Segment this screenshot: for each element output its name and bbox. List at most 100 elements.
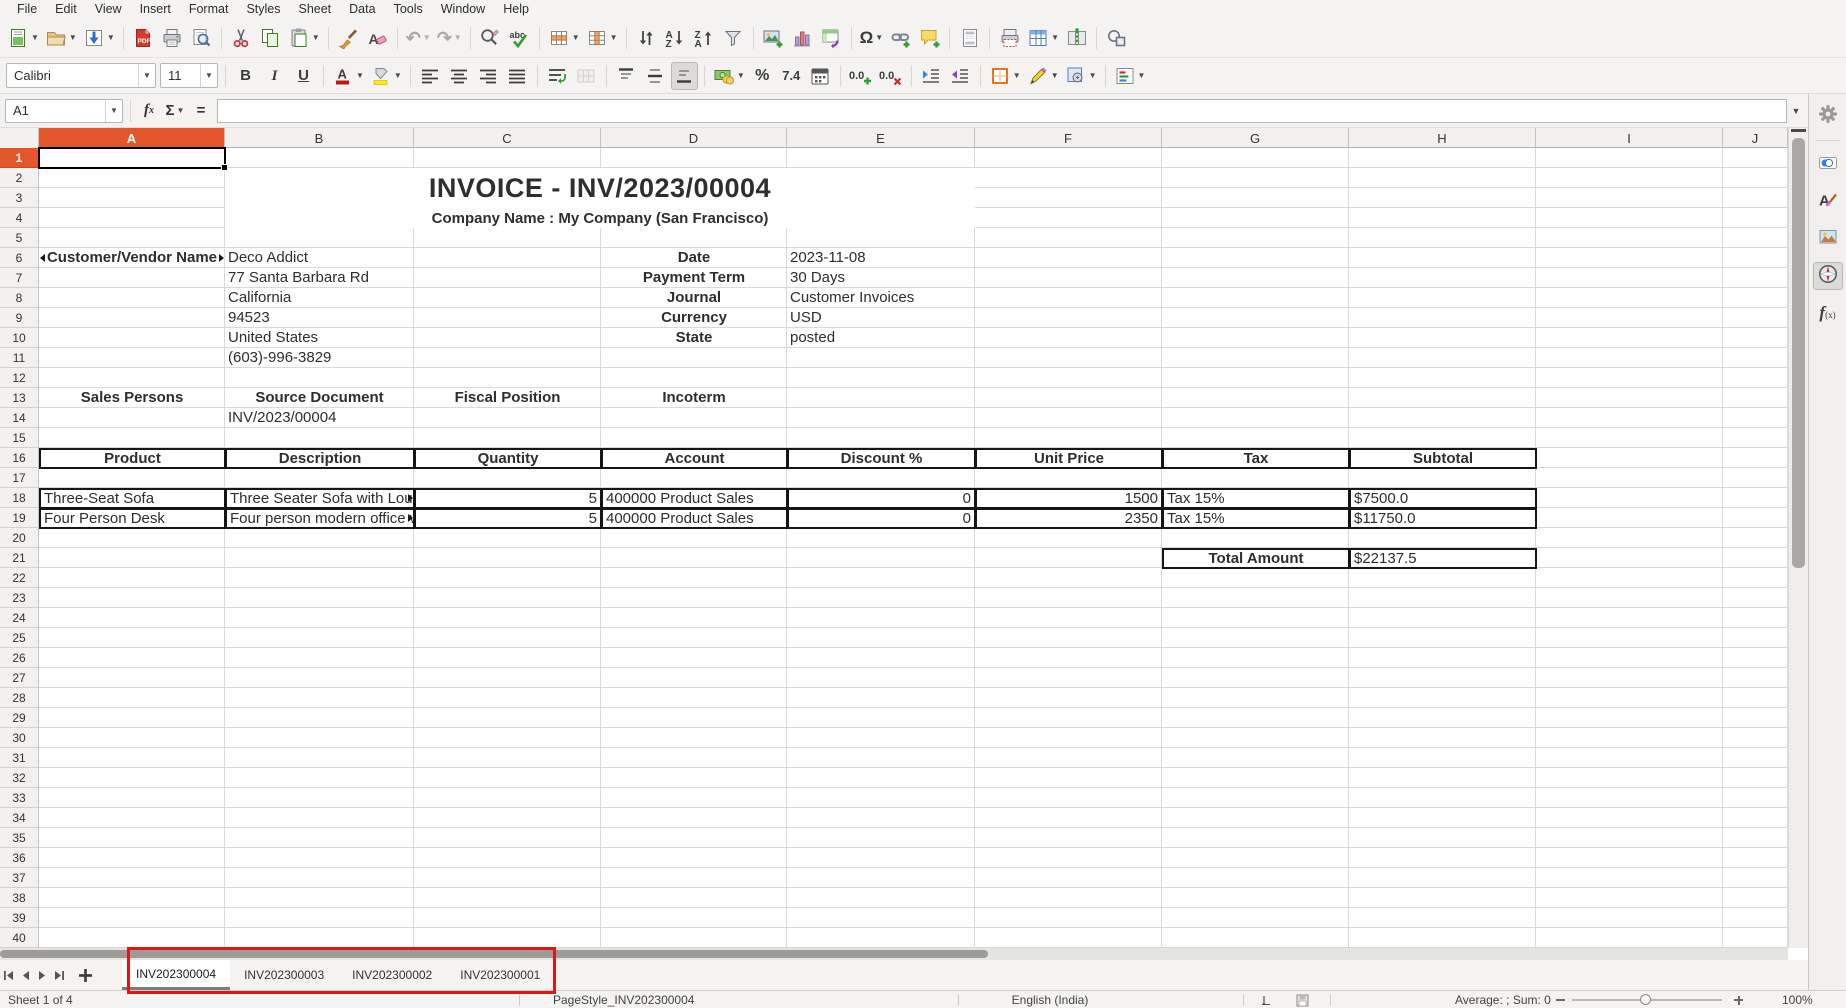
column-header-F[interactable]: F: [975, 128, 1162, 148]
row-header-23[interactable]: 23: [0, 588, 38, 608]
column-header-C[interactable]: C: [414, 128, 601, 148]
row-header-24[interactable]: 24: [0, 608, 38, 628]
menu-edit[interactable]: Edit: [46, 0, 86, 18]
vertical-scrollbar-thumb[interactable]: [1792, 138, 1805, 568]
delete-decimal-button[interactable]: 0.0: [877, 62, 905, 90]
menu-window[interactable]: Window: [432, 0, 494, 18]
align-left-button[interactable]: [417, 62, 444, 90]
formula-input[interactable]: [217, 99, 1787, 123]
copy-button[interactable]: [257, 24, 284, 52]
cell-H19[interactable]: $11750.0: [1349, 508, 1537, 529]
cell-B13[interactable]: Source Document: [225, 388, 414, 408]
dropdown-arrow[interactable]: ▼: [454, 34, 462, 42]
export-pdf-button[interactable]: PDF: [130, 24, 157, 52]
cell-H21[interactable]: $22137.5: [1349, 548, 1537, 569]
row-header-27[interactable]: 27: [0, 668, 38, 688]
dropdown-arrow[interactable]: ▼: [394, 72, 402, 80]
menu-view[interactable]: View: [86, 0, 131, 18]
row-header-17[interactable]: 17: [0, 468, 38, 488]
cell-D10[interactable]: State: [601, 328, 787, 348]
menu-tools[interactable]: Tools: [385, 0, 432, 18]
cell-E18[interactable]: 0: [787, 488, 976, 509]
row-header-15[interactable]: 15: [0, 428, 38, 448]
print-button[interactable]: [159, 24, 186, 52]
name-box[interactable]: A1 ▼: [5, 99, 123, 123]
insert-chart-button[interactable]: [789, 24, 816, 52]
cell-B14[interactable]: INV/2023/00004: [225, 408, 414, 428]
paste-button[interactable]: ▼: [286, 24, 322, 52]
decrease-indent-button[interactable]: [947, 62, 974, 90]
align-right-button[interactable]: [475, 62, 502, 90]
dropdown-arrow[interactable]: ▼: [1138, 72, 1146, 80]
menu-styles[interactable]: Styles: [237, 0, 289, 18]
row-header-28[interactable]: 28: [0, 688, 38, 708]
cell-D9[interactable]: Currency: [601, 308, 787, 328]
wrap-text-button[interactable]: [544, 62, 571, 90]
row-header-30[interactable]: 30: [0, 728, 38, 748]
spelling-button[interactable]: abc: [506, 24, 533, 52]
new-document-button[interactable]: ▼: [5, 24, 41, 52]
functions-deck-button[interactable]: f(x): [1813, 299, 1843, 327]
dropdown-arrow[interactable]: ▼: [610, 34, 618, 42]
row-header-36[interactable]: 36: [0, 848, 38, 868]
cell-D6[interactable]: Date: [601, 248, 787, 268]
add-decimal-button[interactable]: 0.0: [847, 62, 875, 90]
insert-image-button[interactable]: [760, 24, 787, 52]
row-header-9[interactable]: 9: [0, 308, 38, 328]
special-character-button[interactable]: Ω▼: [858, 24, 886, 52]
font-color-button[interactable]: A▼: [330, 62, 366, 90]
row-header-32[interactable]: 32: [0, 768, 38, 788]
dropdown-arrow[interactable]: ▼: [31, 34, 39, 42]
center-vertically-button[interactable]: [642, 62, 669, 90]
row-header-29[interactable]: 29: [0, 708, 38, 728]
conditional-formatting-button[interactable]: ▼: [1112, 62, 1148, 90]
row-header-25[interactable]: 25: [0, 628, 38, 648]
cell-G18[interactable]: Tax 15%: [1162, 488, 1350, 509]
row-header-35[interactable]: 35: [0, 828, 38, 848]
clear-formatting-button[interactable]: A: [364, 24, 391, 52]
cell-C16[interactable]: Quantity: [414, 448, 602, 469]
highlighting-color-button[interactable]: ▼: [368, 62, 404, 90]
cell-D13[interactable]: Incoterm: [601, 388, 787, 408]
zoom-slider-thumb[interactable]: [1640, 994, 1651, 1005]
dropdown-arrow[interactable]: ▼: [356, 72, 364, 80]
sort-button[interactable]: [633, 24, 660, 52]
cell-B19[interactable]: Four person modern office workstation: [225, 508, 415, 529]
dropdown-arrow[interactable]: ▼: [737, 72, 745, 80]
cell-E19[interactable]: 0: [787, 508, 976, 529]
cell-E8[interactable]: Customer Invoices: [787, 288, 975, 308]
column-header-I[interactable]: I: [1536, 128, 1723, 148]
save-button[interactable]: ▼: [81, 24, 117, 52]
border-style-button[interactable]: ▼: [1025, 62, 1061, 90]
row-header-5[interactable]: 5: [0, 228, 38, 248]
column-header-A[interactable]: A: [39, 128, 225, 148]
cell-F16[interactable]: Unit Price: [975, 448, 1163, 469]
italic-button[interactable]: I: [261, 62, 288, 90]
font-name-combo[interactable]: Calibri ▼: [6, 63, 156, 88]
align-top-button[interactable]: [613, 62, 640, 90]
dropdown-arrow[interactable]: ▼: [1013, 72, 1021, 80]
borders-button[interactable]: ▼: [987, 62, 1023, 90]
row-header-37[interactable]: 37: [0, 868, 38, 888]
insert-columns-button[interactable]: ▼: [584, 24, 620, 52]
menu-insert[interactable]: Insert: [131, 0, 180, 18]
cell-cursor[interactable]: [38, 147, 226, 169]
cell-B10[interactable]: United States: [225, 328, 414, 348]
cell-C18[interactable]: 5: [414, 488, 602, 509]
select-all-corner[interactable]: [0, 128, 39, 148]
cell-G21[interactable]: Total Amount: [1162, 548, 1350, 569]
cell-A16[interactable]: Product: [39, 448, 226, 469]
cell-A18[interactable]: Three-Seat Sofa: [39, 488, 226, 509]
cell-B16[interactable]: Description: [225, 448, 415, 469]
row-header-1[interactable]: 1: [0, 148, 38, 168]
menu-data[interactable]: Data: [340, 0, 384, 18]
row-header-11[interactable]: 11: [0, 348, 38, 368]
column-header-J[interactable]: J: [1723, 128, 1788, 148]
cell-B6[interactable]: Deco Addict: [225, 248, 414, 268]
cell-A19[interactable]: Four Person Desk: [39, 508, 226, 529]
sort-ascending-button[interactable]: AZ: [662, 24, 689, 52]
cut-button[interactable]: [228, 24, 255, 52]
menu-help[interactable]: Help: [494, 0, 538, 18]
cell-E10[interactable]: posted: [787, 328, 975, 348]
row-header-2[interactable]: 2: [0, 168, 38, 188]
